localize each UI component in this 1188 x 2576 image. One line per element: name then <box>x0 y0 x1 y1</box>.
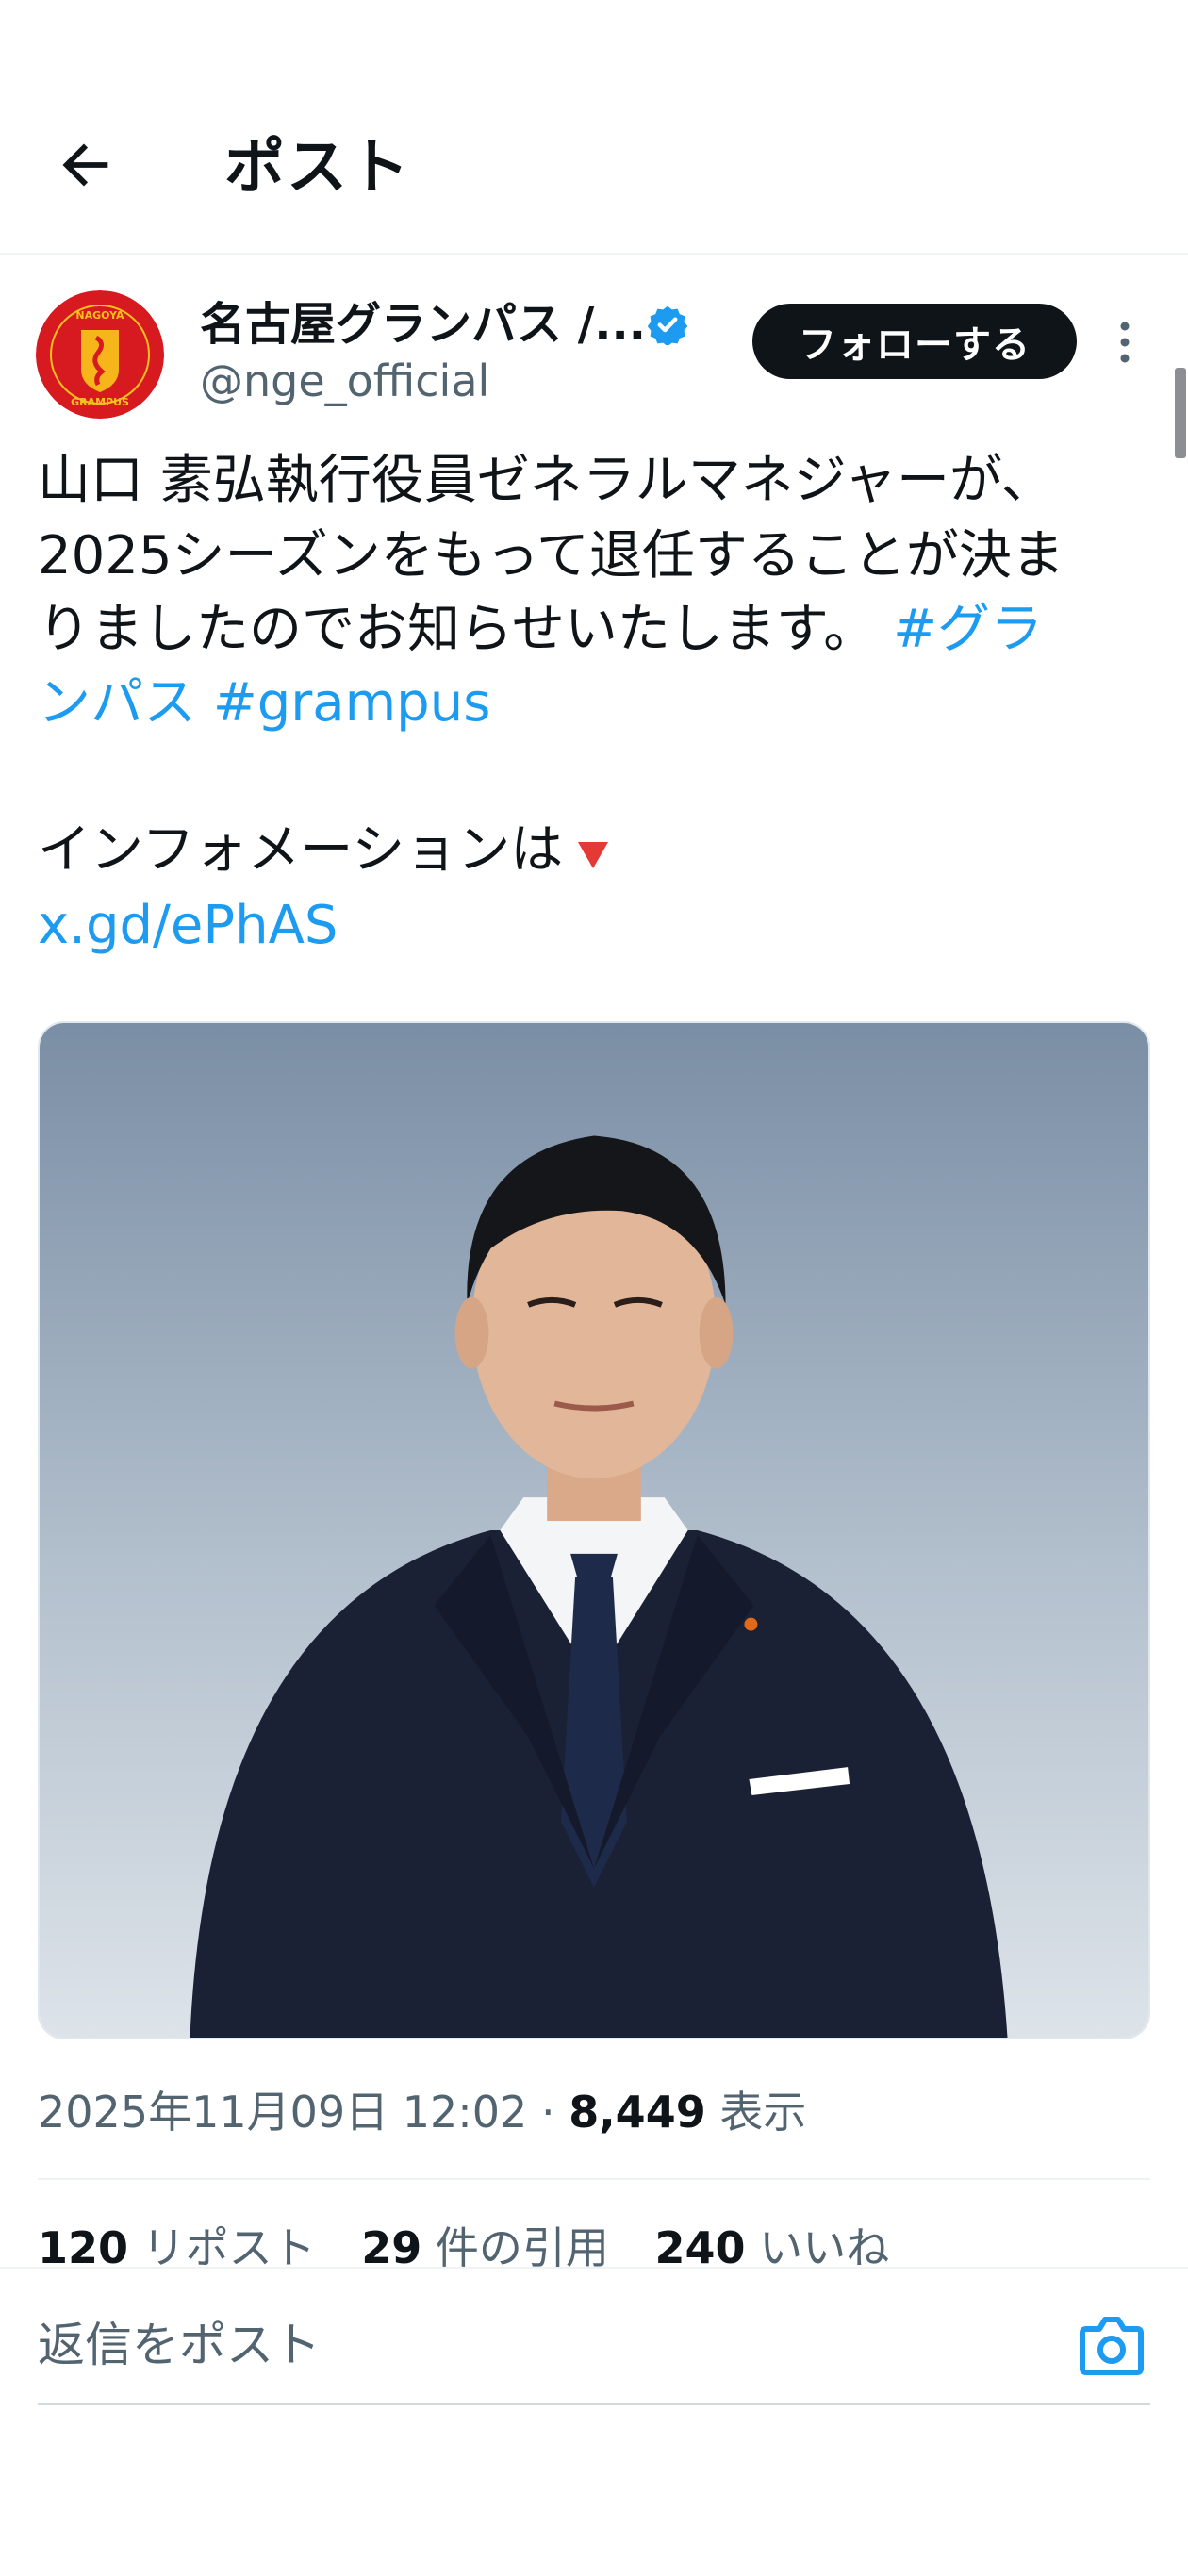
quotes-label: 件の引用 <box>435 2222 609 2273</box>
verified-badge-icon <box>647 305 688 345</box>
follow-button[interactable]: フォローする <box>752 304 1077 379</box>
views-count: 8,449 <box>569 2087 706 2138</box>
avatar-text-bottom: GRAMPUS <box>71 396 129 408</box>
quotes-stat[interactable]: 29 件の引用 <box>361 2222 609 2273</box>
tweet-meta: 2025年11月09日 12:02 · 8,449 表示 <box>38 2082 806 2142</box>
reposts-label: リポスト <box>141 2222 316 2273</box>
red-down-triangle-icon <box>578 841 609 868</box>
hashtag-grampus-jp-cont[interactable]: ンパス <box>38 672 196 734</box>
tweet-text-line-2: 2025シーズンをもって退任することが決ま <box>38 525 1064 586</box>
tweet-datetime[interactable]: 2025年11月09日 12:02 <box>38 2087 527 2138</box>
author-name[interactable]: 名古屋グランパス /... <box>200 294 646 355</box>
avatar[interactable]: NAGOYA GRAMPUS <box>36 290 164 419</box>
hashtag-grampus[interactable]: #grampus <box>213 672 491 734</box>
tweet-text-line-3: りましたのでお知らせいたします。 #グラ <box>38 592 1043 668</box>
author-handle[interactable]: @nge_official <box>200 353 489 409</box>
tweet-text-line-1: 山口 素弘執行役員ゼネラルマネジャーが、 <box>38 450 1054 511</box>
page-title: ポスト <box>224 133 411 203</box>
hashtag-grampus-jp[interactable]: #グラ <box>893 599 1043 660</box>
reply-input[interactable]: 返信をポスト <box>38 2312 1075 2378</box>
tweet-info-line: インフォメーションは <box>38 813 614 888</box>
views-label: 表示 <box>719 2087 807 2138</box>
reposts-stat[interactable]: 120 リポスト <box>38 2222 316 2273</box>
likes-count: 240 <box>654 2222 746 2273</box>
likes-stat[interactable]: 240 いいね <box>655 2222 890 2273</box>
meta-divider <box>38 2178 1150 2180</box>
quotes-count: 29 <box>361 2222 422 2273</box>
avatar-text-top: NAGOYA <box>75 309 124 322</box>
tweet-text-line-4: ンパス #grampus <box>38 666 490 741</box>
scrollbar[interactable] <box>1175 368 1186 458</box>
meta-separator: · <box>540 2087 555 2138</box>
more-vertical-icon[interactable] <box>1111 319 1139 366</box>
header-divider <box>0 253 1188 255</box>
reply-underline <box>38 2403 1150 2405</box>
tweet-link[interactable]: x.gd/ePhAS <box>38 888 338 964</box>
arrow-left-icon[interactable] <box>53 132 119 198</box>
tweet-text-line-3-text: りましたのでお知らせいたします。 <box>38 599 877 660</box>
likes-label: いいね <box>759 2222 890 2273</box>
tweet-photo[interactable] <box>38 1021 1150 2039</box>
camera-icon[interactable] <box>1079 2314 1145 2376</box>
info-text: インフォメーションは <box>38 819 564 881</box>
reposts-count: 120 <box>38 2222 129 2273</box>
